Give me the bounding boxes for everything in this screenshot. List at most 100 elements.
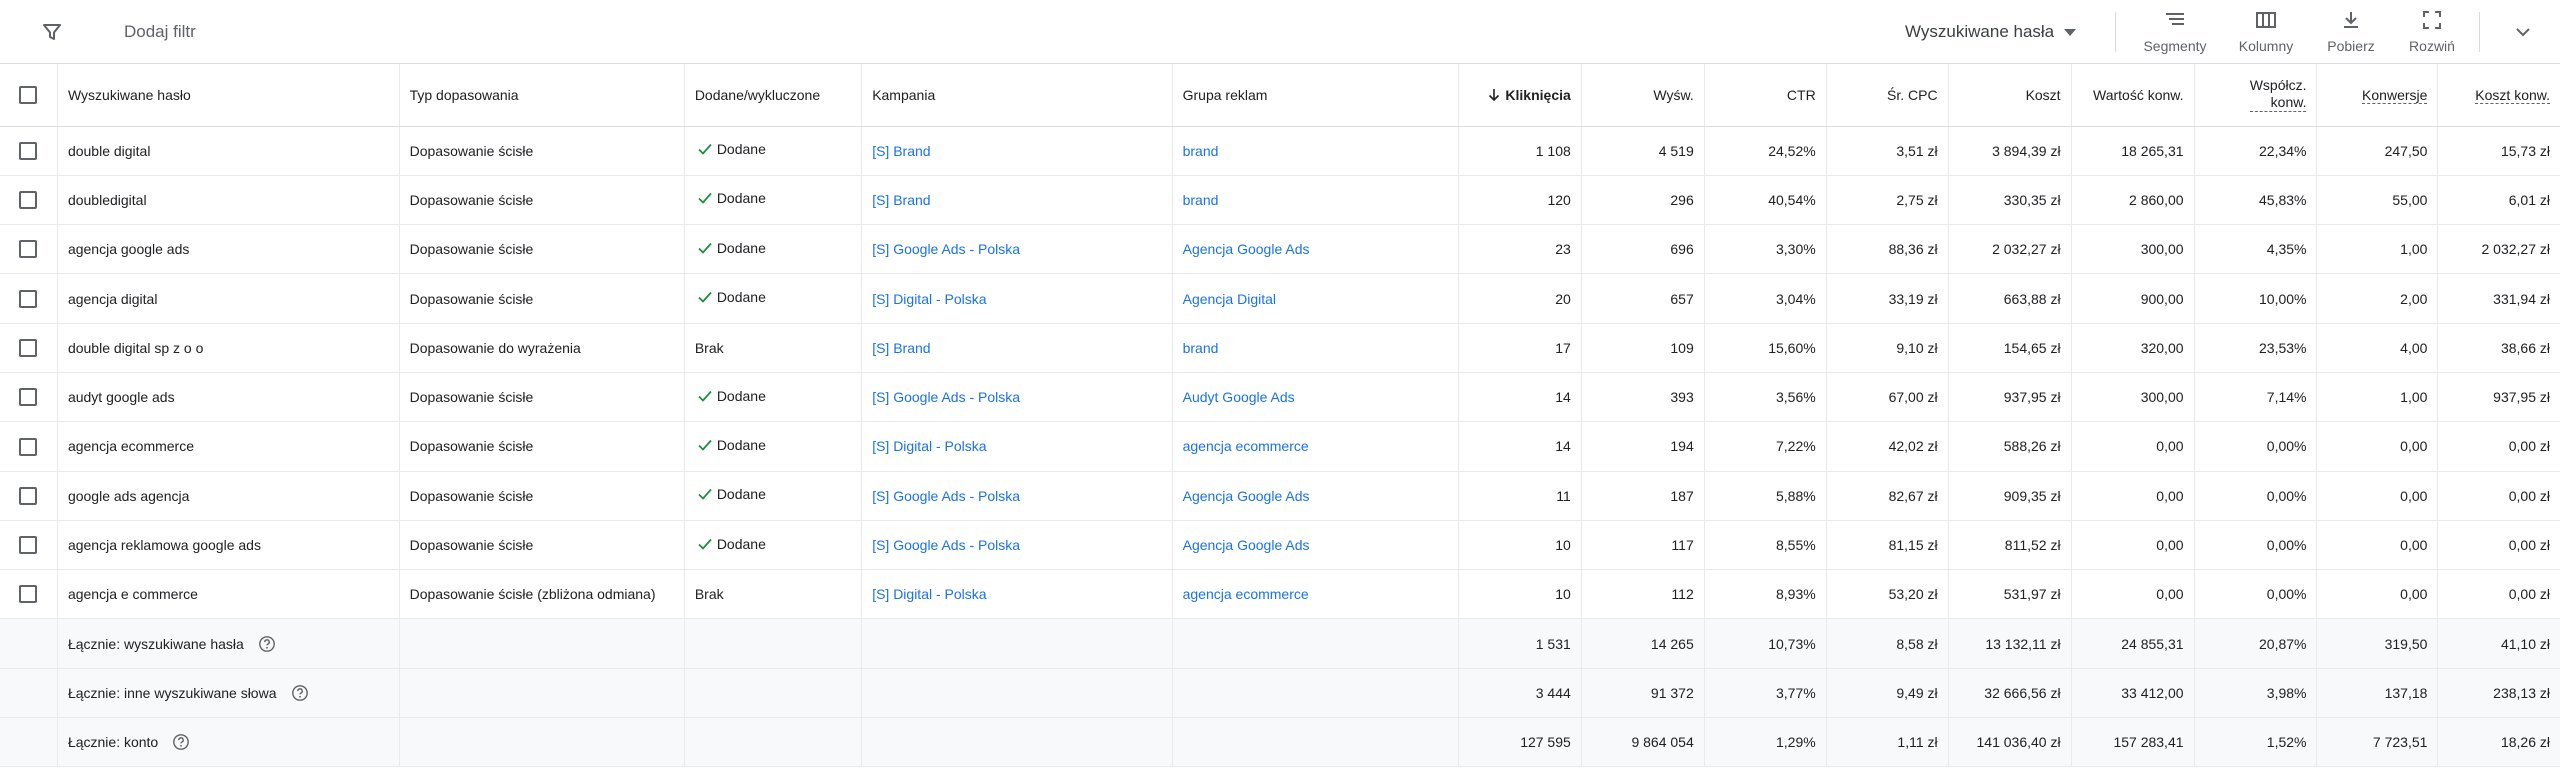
conv-value-cell: 0,00 bbox=[2071, 471, 2195, 521]
conversions-cell: 4,00 bbox=[2316, 323, 2439, 373]
table-row[interactable]: agencja digital Dopasowanie ścisłe Dodane [… bbox=[0, 273, 2560, 324]
conv-value-cell: 0,00 bbox=[2071, 421, 2195, 472]
row-checkbox[interactable] bbox=[19, 141, 38, 160]
campaign-cell: [S] Brand bbox=[861, 175, 1173, 226]
totals-spacer-cell bbox=[0, 618, 58, 669]
totals-spacer-cell bbox=[0, 717, 58, 768]
ad-group-link[interactable]: Agencja Google Ads bbox=[1183, 488, 1310, 504]
header-ctr[interactable]: CTR bbox=[1704, 64, 1827, 127]
table-row[interactable]: agencja e commerce Dopasowanie ścisłe (zb… bbox=[0, 569, 2560, 620]
ad-group-link[interactable]: Agencja Google Ads bbox=[1183, 537, 1310, 553]
row-checkbox[interactable] bbox=[19, 536, 38, 555]
add-filter-input[interactable]: Dodaj filtr bbox=[124, 20, 196, 44]
campaign-cell: [S] Digital - Polska bbox=[861, 569, 1173, 620]
row-checkbox[interactable] bbox=[19, 388, 38, 407]
chevron-down-icon[interactable] bbox=[2511, 20, 2535, 44]
totals-clicks-cell: 1 531 bbox=[1458, 618, 1582, 669]
table-row[interactable]: google ads agencja Dopasowanie ścisłe Doda… bbox=[0, 471, 2560, 521]
columns-button[interactable]: Kolumny bbox=[2224, 8, 2308, 58]
match-type-cell: Dopasowanie ścisłe bbox=[399, 224, 685, 275]
clicks-cell: 10 bbox=[1458, 520, 1582, 571]
row-select-cell bbox=[0, 569, 58, 620]
clicks-cell: 20 bbox=[1458, 273, 1582, 324]
ad-group-cell: agencja ecommerce bbox=[1172, 569, 1459, 620]
table-row[interactable]: agencja ecommerce Dopasowanie ścisłe Dodan… bbox=[0, 421, 2560, 472]
header-conversions[interactable]: Konwersje bbox=[2316, 64, 2439, 127]
header-ad-group[interactable]: Grupa reklam bbox=[1172, 64, 1459, 127]
totals-ctr-cell: 10,73% bbox=[1704, 618, 1827, 669]
view-selector-dropdown[interactable]: Wyszukiwane hasła bbox=[1905, 18, 2077, 46]
totals-conv-value-cell: 157 283,41 bbox=[2071, 717, 2195, 768]
campaign-link[interactable]: [S] Digital - Polska bbox=[872, 586, 986, 602]
header-conv-rate[interactable]: Współcz. konw. bbox=[2194, 64, 2318, 127]
ad-group-link[interactable]: brand bbox=[1183, 340, 1219, 356]
header-impressions[interactable]: Wyśw. bbox=[1581, 64, 1705, 127]
avg-cpc-cell: 9,10 zł bbox=[1826, 323, 1949, 373]
table-row[interactable]: audyt google ads Dopasowanie ścisłe Dodane… bbox=[0, 372, 2560, 423]
table-row[interactable]: agencja google ads Dopasowanie ścisłe Doda… bbox=[0, 224, 2560, 275]
cost-per-conv-cell: 331,94 zł bbox=[2437, 273, 2560, 324]
row-checkbox[interactable] bbox=[19, 191, 38, 210]
row-checkbox[interactable] bbox=[19, 289, 38, 308]
ad-group-link[interactable]: brand bbox=[1183, 143, 1219, 159]
row-checkbox[interactable] bbox=[19, 240, 38, 259]
help-circle-icon[interactable] bbox=[172, 733, 190, 751]
ad-group-link[interactable]: Audyt Google Ads bbox=[1183, 389, 1295, 405]
campaign-link[interactable]: [S] Google Ads - Polska bbox=[872, 488, 1020, 504]
campaign-cell: [S] Google Ads - Polska bbox=[861, 372, 1173, 423]
header-match-type[interactable]: Typ dopasowania bbox=[399, 64, 685, 127]
header-cost-per-conv[interactable]: Koszt konw. bbox=[2437, 64, 2560, 127]
conv-rate-cell: 4,35% bbox=[2194, 224, 2318, 275]
campaign-link[interactable]: [S] Digital - Polska bbox=[872, 291, 986, 307]
expand-button[interactable]: Rozwiń bbox=[2390, 8, 2474, 58]
segments-button[interactable]: Segmenty bbox=[2133, 8, 2217, 58]
added-excluded-cell: Dodane bbox=[684, 126, 863, 176]
select-all-checkbox[interactable] bbox=[19, 85, 38, 104]
header-avg-cpc[interactable]: Śr. CPC bbox=[1826, 64, 1949, 127]
row-select-cell bbox=[0, 421, 58, 472]
campaign-link[interactable]: [S] Google Ads - Polska bbox=[872, 537, 1020, 553]
added-excluded-cell: Brak bbox=[684, 323, 863, 373]
row-checkbox[interactable] bbox=[19, 486, 38, 505]
table-row[interactable]: agencja reklamowa google ads Dopasowanie … bbox=[0, 520, 2560, 571]
campaign-link[interactable]: [S] Google Ads - Polska bbox=[872, 389, 1020, 405]
cost-per-conv-cell: 0,00 zł bbox=[2437, 569, 2560, 620]
ad-group-link[interactable]: agencja ecommerce bbox=[1183, 438, 1309, 454]
row-checkbox[interactable] bbox=[19, 338, 38, 357]
download-button[interactable]: Pobierz bbox=[2309, 8, 2393, 58]
campaign-link[interactable]: [S] Brand bbox=[872, 192, 930, 208]
campaign-link[interactable]: [S] Brand bbox=[872, 143, 930, 159]
table-row[interactable]: double digital sp z o o Dopasowanie do wy… bbox=[0, 323, 2560, 373]
table-row[interactable]: double digital Dopasowanie ścisłe Dodane [S… bbox=[0, 126, 2560, 176]
toolbar-divider bbox=[2115, 12, 2116, 52]
ad-group-link[interactable]: agencja ecommerce bbox=[1183, 586, 1309, 602]
header-campaign[interactable]: Kampania bbox=[861, 64, 1173, 127]
cost-cell: 588,26 zł bbox=[1948, 421, 2072, 472]
filter-icon[interactable] bbox=[40, 20, 64, 44]
header-added-excluded[interactable]: Dodane/wykluczone bbox=[684, 64, 863, 127]
search-term-cell: agencja digital bbox=[57, 273, 400, 324]
help-circle-icon[interactable] bbox=[291, 684, 309, 702]
header-conv-value[interactable]: Wartość konw. bbox=[2071, 64, 2195, 127]
totals-label: Łącznie: wyszukiwane hasła bbox=[67, 635, 244, 652]
search-term-cell: agencja e commerce bbox=[57, 569, 400, 620]
row-checkbox[interactable] bbox=[19, 437, 38, 456]
table-row[interactable]: doubledigital Dopasowanie ścisłe Dodane [S]… bbox=[0, 175, 2560, 226]
header-clicks[interactable]: Kliknięcia bbox=[1458, 64, 1582, 127]
row-checkbox[interactable] bbox=[19, 585, 38, 604]
totals-empty-cell bbox=[861, 618, 1173, 669]
header-cost[interactable]: Koszt bbox=[1948, 64, 2072, 127]
campaign-link[interactable]: [S] Google Ads - Polska bbox=[872, 241, 1020, 257]
totals-empty-cell bbox=[1172, 668, 1459, 719]
header-search-term[interactable]: Wyszukiwane hasło bbox=[57, 64, 400, 127]
ad-group-link[interactable]: brand bbox=[1183, 192, 1219, 208]
avg-cpc-cell: 53,20 zł bbox=[1826, 569, 1949, 620]
ad-group-link[interactable]: Agencja Digital bbox=[1183, 291, 1276, 307]
help-circle-icon[interactable] bbox=[258, 635, 276, 653]
totals-ctr-cell: 3,77% bbox=[1704, 668, 1827, 719]
ad-group-link[interactable]: Agencja Google Ads bbox=[1183, 241, 1310, 257]
campaign-link[interactable]: [S] Digital - Polska bbox=[872, 438, 986, 454]
campaign-link[interactable]: [S] Brand bbox=[872, 340, 930, 356]
conversions-cell: 0,00 bbox=[2316, 569, 2439, 620]
ctr-cell: 8,55% bbox=[1704, 520, 1827, 571]
